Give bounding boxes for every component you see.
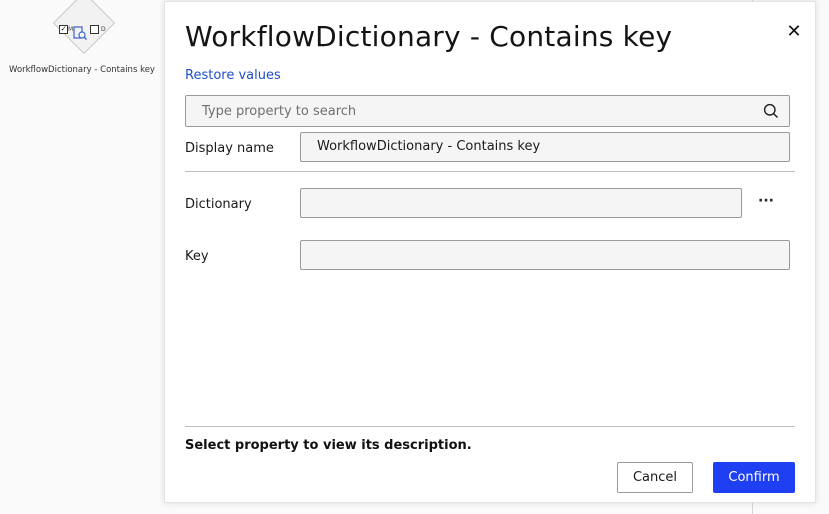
- close-icon[interactable]: ✕: [785, 22, 803, 42]
- cancel-button[interactable]: Cancel: [617, 462, 693, 493]
- node-checkbox-checked[interactable]: [59, 25, 68, 34]
- display-name-field[interactable]: WorkflowDictionary - Contains key: [300, 132, 790, 162]
- display-name-label: Display name: [185, 141, 274, 156]
- dictionary-label: Dictionary: [185, 197, 252, 212]
- dialog-title: WorkflowDictionary - Contains key: [185, 20, 673, 53]
- key-field[interactable]: [300, 240, 790, 270]
- confirm-button[interactable]: Confirm: [713, 462, 795, 493]
- properties-dialog: WorkflowDictionary - Contains key ✕ Rest…: [164, 1, 816, 503]
- search-document-icon: [73, 26, 87, 40]
- node-caption: WorkflowDictionary - Contains key: [9, 65, 155, 75]
- property-search: [185, 95, 790, 127]
- dictionary-field[interactable]: [300, 188, 742, 218]
- search-icon[interactable]: [763, 103, 779, 119]
- description-divider: [185, 426, 795, 427]
- property-description: Select property to view its description.: [185, 438, 472, 453]
- restore-values-link[interactable]: Restore values: [185, 68, 281, 83]
- node-checkbox-unchecked[interactable]: [90, 25, 99, 34]
- workflow-node[interactable]: M D: [50, 0, 116, 62]
- search-input[interactable]: [186, 96, 746, 126]
- node-checkbox-label-right: D: [101, 26, 106, 33]
- dictionary-more-button[interactable]: ···: [756, 194, 776, 212]
- key-label: Key: [185, 249, 209, 264]
- section-divider: [185, 171, 795, 172]
